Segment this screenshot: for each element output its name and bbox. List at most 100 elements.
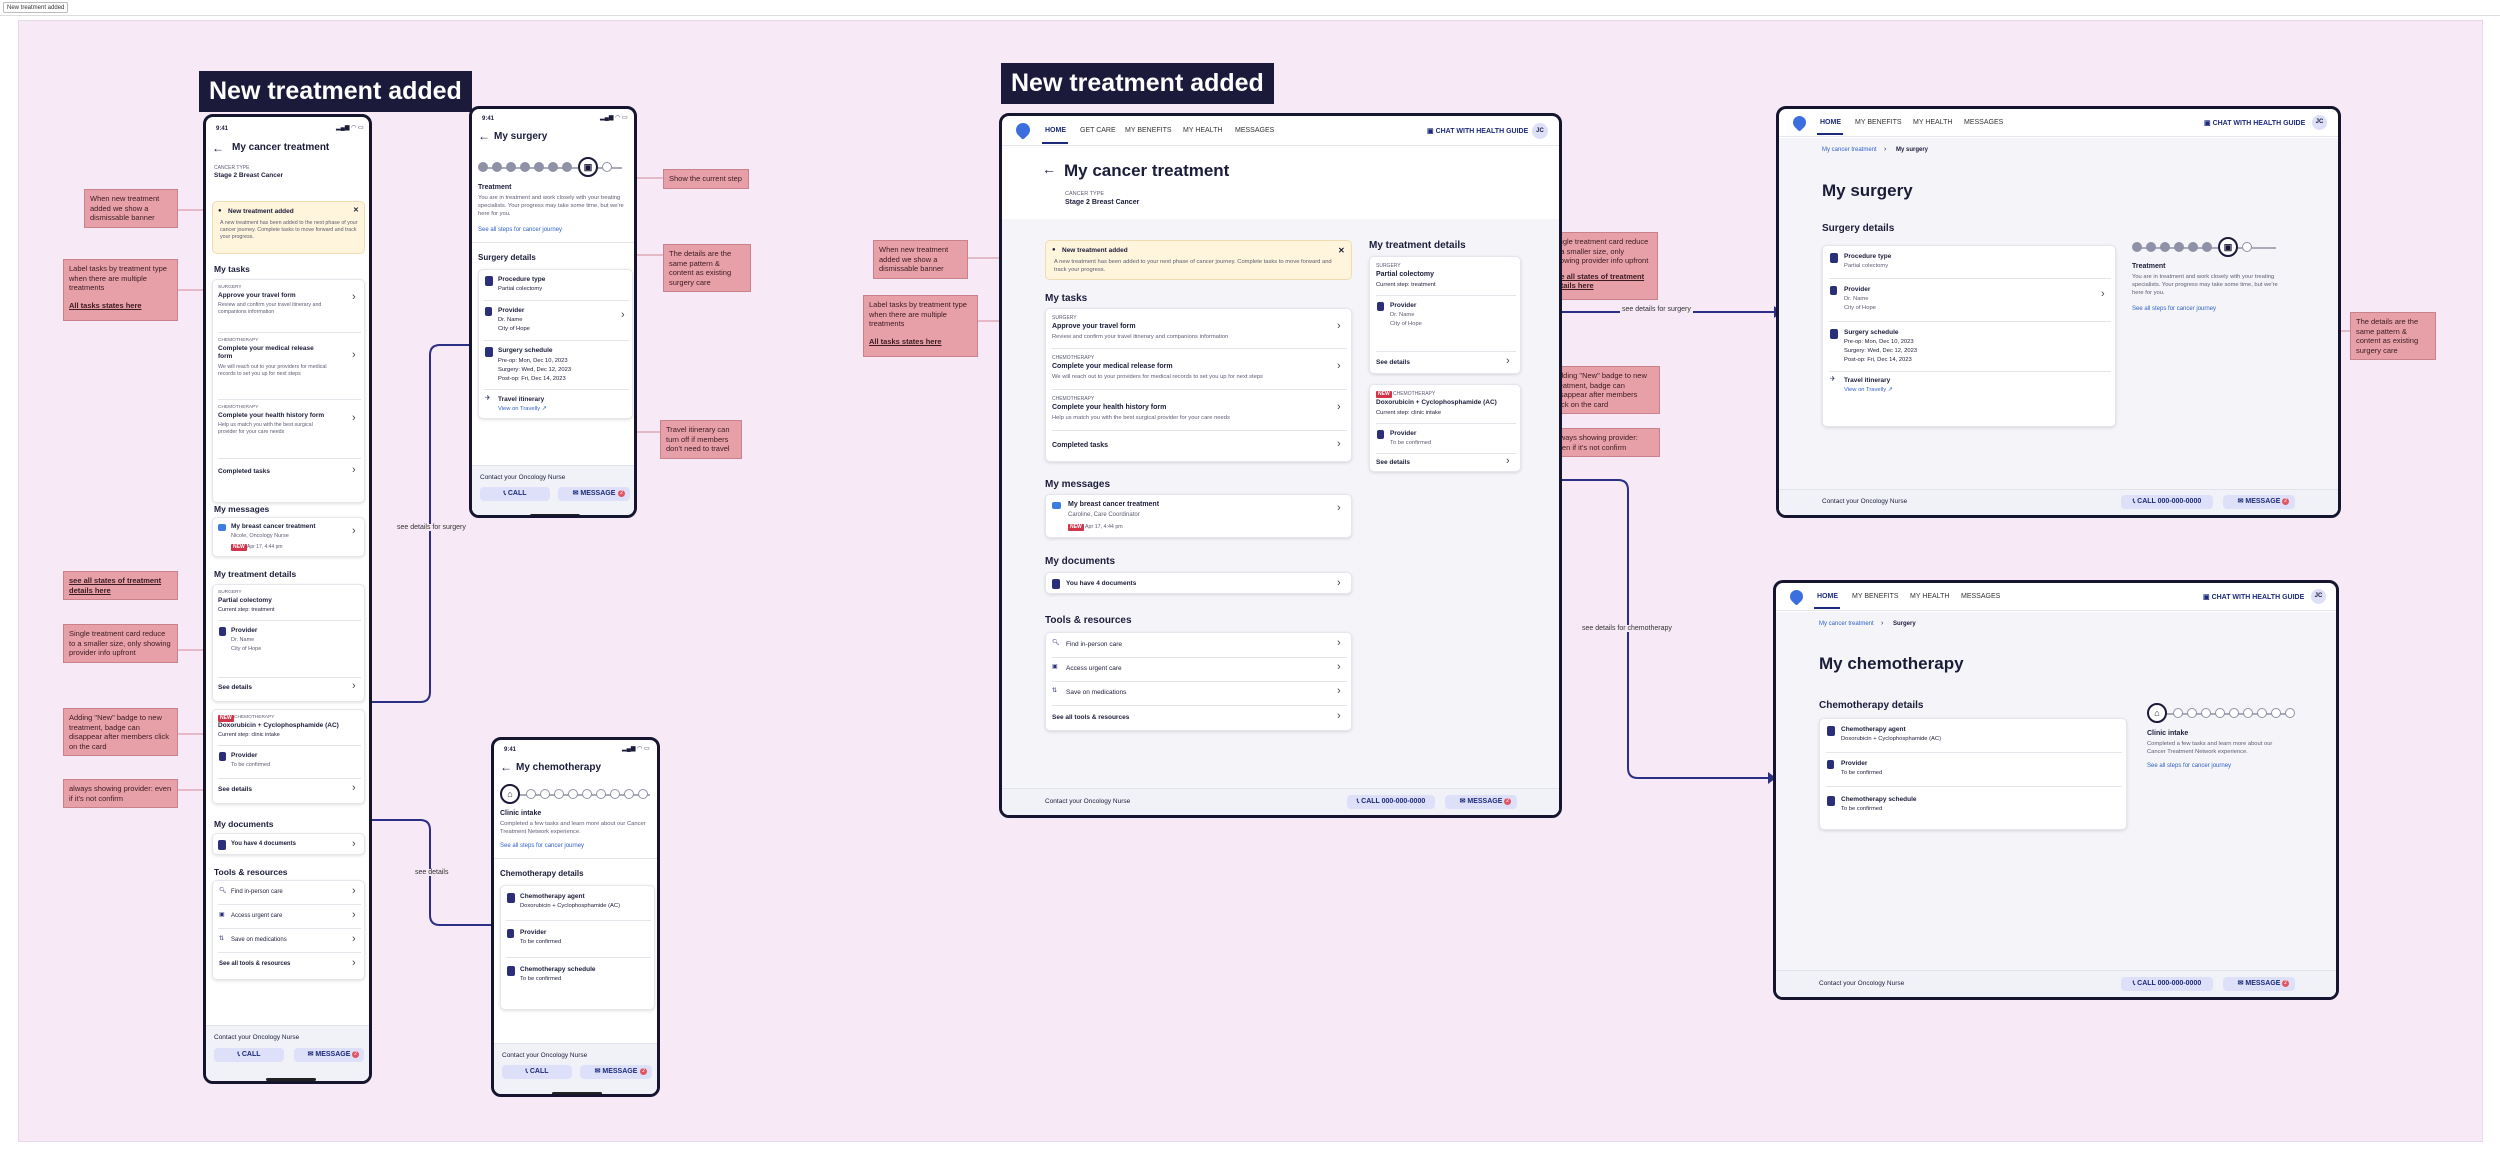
call-button[interactable]: 📞︎ CALL (480, 487, 550, 501)
avatar[interactable]: JC (2312, 115, 2327, 130)
connector-label-4: see details for chemotherapy (1580, 625, 1674, 632)
avatar[interactable]: JC (1532, 123, 1548, 139)
desktop-chemo-screen: HOME MY BENEFITS MY HEALTH MESSAGES ▣ CH… (1773, 580, 2339, 1000)
see-details-surgery[interactable]: See details (1376, 359, 1410, 367)
call-button[interactable]: 📞︎ CALL 000-000-0000 (2121, 495, 2213, 509)
provider-icon (485, 307, 492, 316)
travelly-link[interactable]: View on Travelly ↗ (498, 406, 547, 413)
nav-messages[interactable]: MESSAGES (1235, 127, 1274, 134)
nav-home[interactable]: HOME (1045, 127, 1066, 134)
page-title: My surgery (1822, 181, 1913, 200)
logo-icon (1013, 120, 1033, 140)
chevron-right-icon: › (352, 782, 356, 794)
note-d-new-badge: Adding "New" badge to new treatment, bad… (1548, 366, 1660, 415)
tool-find-care[interactable]: Find in-person care (231, 889, 283, 897)
document-icon (1052, 579, 1060, 589)
close-icon[interactable]: ✕ (1338, 246, 1345, 256)
call-button[interactable]: 📞︎ CALL 000-000-0000 (1347, 795, 1435, 809)
tool-medications[interactable]: Save on medications (231, 937, 287, 945)
completed-tasks-link[interactable]: Completed tasks (1052, 442, 1108, 451)
contact-bar: Contact your Oncology Nurse 📞︎ CALL ✉ ME… (472, 465, 634, 515)
breadcrumb-root[interactable]: My cancer treatment (1822, 147, 1877, 155)
plane-icon: ✈ (485, 395, 491, 402)
see-details-chemo[interactable]: See details (1376, 459, 1410, 467)
breadcrumb-root[interactable]: My cancer treatment (1819, 621, 1874, 629)
tools-card: 🔍︎ Find in-person care › ▣ Access urgent… (212, 880, 365, 980)
provider-icon (1377, 302, 1384, 311)
see-details-surgery[interactable]: See details (218, 684, 252, 692)
documents-card[interactable]: You have 4 documents › (212, 833, 365, 855)
task-item[interactable]: Complete your health history form (1052, 404, 1166, 413)
note-d-single-card: Single treatment card reduce to a smalle… (1546, 232, 1658, 300)
nav-health[interactable]: MY HEALTH (1183, 127, 1222, 134)
back-arrow-icon[interactable]: ← (500, 760, 512, 775)
call-button[interactable]: 📞︎ CALL (502, 1065, 572, 1079)
chat-button[interactable]: ▣ CHAT WITH HEALTH GUIDE (2204, 119, 2305, 127)
page-title: My chemotherapy (1819, 654, 1964, 673)
back-arrow-icon[interactable]: ← (478, 129, 490, 144)
call-button[interactable]: 📞︎ CALL (214, 1048, 284, 1062)
chevron-right-icon: › (352, 412, 356, 424)
note-d-provider: always showing provider: even if it's no… (1548, 428, 1660, 458)
figma-canvas-root: New treatment added see details for surg… (0, 0, 2500, 1156)
completed-tasks-link[interactable]: Completed tasks (218, 468, 270, 476)
note-labels: Label tasks by treatment type when there… (63, 259, 178, 321)
documents-header: My documents (214, 819, 274, 829)
mobile-home-screen: 9:41 ▂▄▆ ◠ ▭ ← My cancer treatment CANCE… (203, 114, 372, 1084)
call-button[interactable]: 📞︎ CALL 000-000-0000 (2121, 977, 2213, 991)
back-arrow-icon[interactable]: ← (1042, 161, 1056, 179)
breadcrumb-current: My surgery (1896, 147, 1929, 153)
treatment-details-header: My treatment details (214, 569, 297, 579)
chevron-right-icon: › (352, 680, 356, 692)
note-d-same-pattern: The details are the same pattern & conte… (2350, 312, 2436, 361)
tasks-card: SURGERY Approve your travel form Review … (212, 279, 365, 503)
surgery-details-header: Surgery details (478, 253, 536, 262)
new-badge: NEW (231, 544, 247, 551)
pill-icon: ⇅ (1052, 688, 1058, 694)
calendar-icon (485, 347, 493, 357)
banner-text: A new treatment has been added to the ne… (220, 220, 358, 240)
mobile-chemo-screen: 9:41 ▂▄▆ ◠ ▭ ← My chemotherapy ⌂ Clinic … (491, 737, 660, 1097)
tasks-card: SURGERY Approve your travel form Review … (1045, 308, 1352, 462)
close-icon[interactable]: ✕ (353, 207, 359, 216)
chat-button[interactable]: ▣ CHAT WITH HEALTH GUIDE (2203, 593, 2304, 601)
see-all-steps-link[interactable]: See all steps for cancer journey (478, 227, 562, 235)
task-item[interactable]: Complete your medical release form (1052, 363, 1173, 372)
chat-button[interactable]: ▣ CHAT WITH HEALTH GUIDE (1427, 127, 1528, 135)
avatar[interactable]: JC (2311, 589, 2326, 604)
see-all-steps-link[interactable]: See all steps for cancer journey (500, 843, 584, 851)
tool-see-all[interactable]: See all tools & resources (219, 961, 290, 969)
message-card[interactable]: My breast cancer treatment Caroline, Car… (1045, 494, 1352, 538)
calendar-icon (507, 966, 515, 976)
chevron-right-icon[interactable]: › (621, 310, 625, 321)
message-card[interactable]: My breast cancer treatment Nicole, Oncol… (212, 517, 365, 557)
mail-icon (1052, 502, 1061, 509)
tools-card: 🔍︎ Find in-person care › ▣ Access urgent… (1045, 632, 1352, 731)
nav-get-care[interactable]: GET CARE (1080, 127, 1116, 134)
back-arrow-icon[interactable]: ← (212, 141, 224, 156)
desktop-home-screen: HOME GET CARE MY BENEFITS MY HEALTH MESS… (999, 113, 1562, 818)
note-travel: Travel itinerary can turn off if members… (660, 420, 742, 459)
info-icon: ● (1052, 247, 1056, 253)
task-item[interactable]: Approve your travel form (1052, 323, 1136, 332)
tool-urgent-care[interactable]: Access urgent care (231, 913, 282, 921)
banner-title: New treatment added (228, 208, 294, 215)
connector-label-1: see details for surgery (395, 524, 468, 531)
new-treatment-banner: ● New treatment added ✕ A new treatment … (212, 201, 365, 254)
surgery-details-card: Procedure type Partial colectomy Provide… (1822, 245, 2116, 427)
surgery-details-card: Procedure type Partial colectomy Provide… (478, 269, 633, 419)
connector-label-2: see details (413, 869, 451, 876)
mail-icon (218, 524, 226, 531)
search-icon: 🔍︎ (1052, 640, 1060, 646)
nav-benefits[interactable]: MY BENEFITS (1125, 127, 1172, 134)
contact-bar: Contact your Oncology Nurse 📞︎ CALL 000-… (1002, 788, 1559, 815)
note-provider: always showing provider: even if it's no… (63, 779, 178, 809)
tasks-header: My tasks (214, 264, 250, 274)
contact-bar: Contact your Oncology Nurse 📞︎ CALL ✉ ME… (494, 1043, 657, 1094)
chemo-details-header: Chemotherapy details (500, 869, 584, 878)
see-details-chemo[interactable]: See details (218, 786, 252, 794)
tools-header: Tools & resources (214, 867, 288, 877)
documents-card[interactable]: You have 4 documents › (1045, 572, 1352, 594)
breadcrumb-current: Surgery (1893, 621, 1916, 627)
note-states-link[interactable]: see all states of treatment details here (63, 571, 178, 601)
